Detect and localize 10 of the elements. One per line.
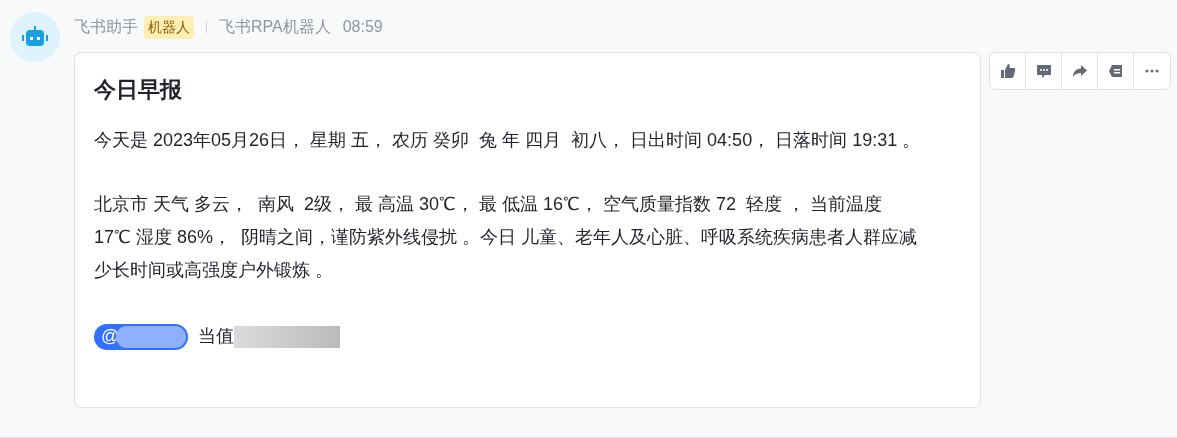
source-name: 飞书RPA机器人: [219, 17, 331, 37]
card-title: 今日早报: [94, 76, 183, 104]
sender-name[interactable]: 飞书助手: [74, 15, 138, 39]
message-time: 08:59: [342, 17, 383, 37]
bot-badge: 机器人: [144, 15, 194, 39]
duty-label: 当值: [198, 325, 234, 348]
bot-avatar-icon[interactable]: [10, 12, 60, 62]
mention-tag[interactable]: @: [94, 323, 188, 350]
paragraph: 北京市 天气 多云， 南风 2级， 最 高温 30℃， 最 低温 16℃， 空气质量指数 72 轻度 ， 当前温度 17℃ 湿度 86%， 阴晴之间，谨防紫外线侵扰 。今日 儿童、老年人及心脏、呼吸系统疾病患者人群应减少长时间或高强度户外锻炼 。: [94, 193, 919, 282]
paragraph: 今天是 2023年05月26日， 星期 五， 农历 癸卯 兔 年 四月 初八， 日出时间 04:50， 日落时间 19:31 。: [94, 129, 922, 152]
